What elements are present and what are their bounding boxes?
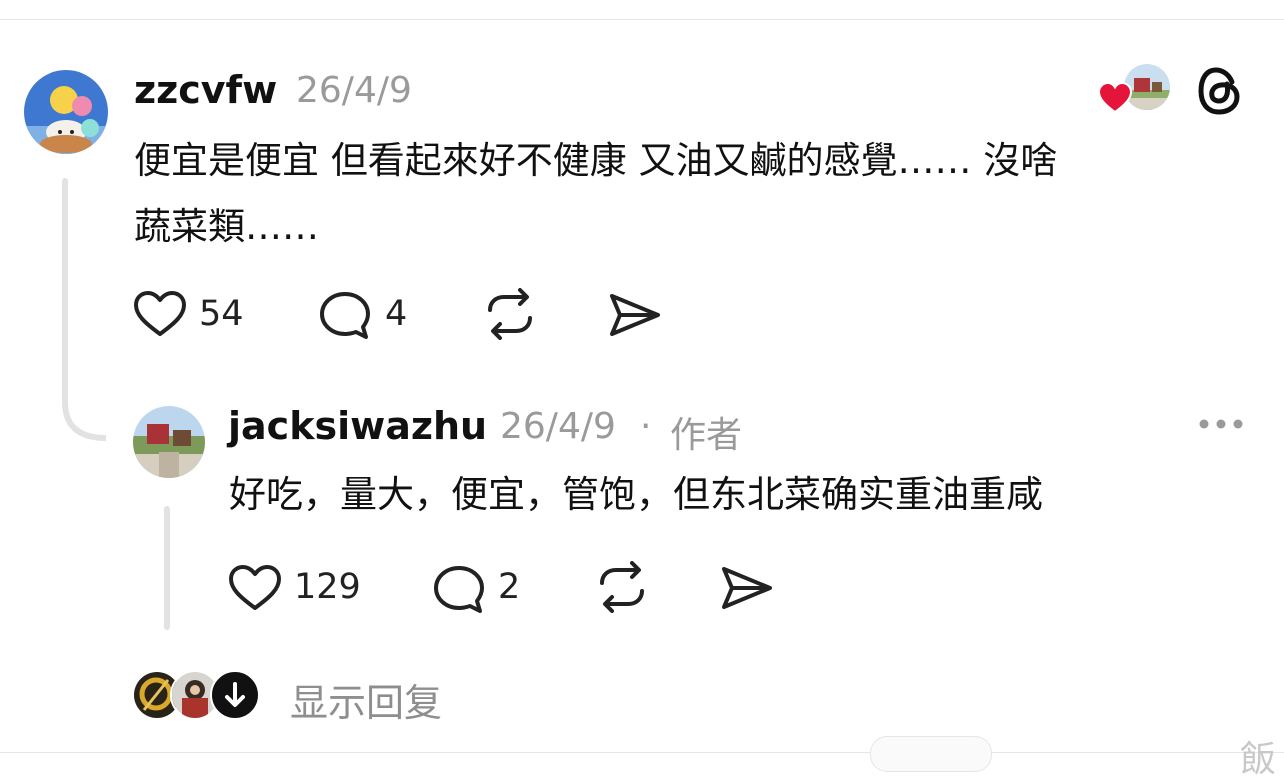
more-options-icon[interactable] [1198, 414, 1244, 434]
avatar-jacksiwazhu[interactable] [133, 406, 205, 478]
reply-reply-count: 2 [498, 567, 521, 607]
show-replies-label[interactable]: 显示回复 [290, 672, 442, 727]
comment-icon[interactable] [318, 290, 372, 342]
show-replies-row[interactable]: 显示回复 [132, 670, 472, 725]
reply-date: 26/4/9 [500, 406, 616, 447]
thread-curve [62, 402, 107, 441]
top-divider [0, 19, 1284, 20]
share-icon[interactable] [608, 290, 662, 340]
like-count: 54 [199, 294, 244, 334]
thread-connector [62, 178, 68, 408]
meta-separator: · [640, 406, 652, 447]
threads-logo-icon[interactable] [1196, 66, 1244, 116]
watermark-bubble [870, 736, 992, 772]
bottom-divider [0, 752, 1284, 753]
username-jacksiwazhu[interactable]: jacksiwazhu [228, 404, 487, 448]
author-tag: 作者 [670, 415, 743, 456]
watermark-text: 飯 [1240, 739, 1277, 780]
reply-thread-line [164, 506, 170, 630]
heart-icon[interactable] [228, 564, 282, 612]
repost-icon[interactable] [482, 288, 538, 340]
repost-icon[interactable] [594, 561, 650, 613]
reply-text: 好吃，量大，便宜，管饱，但东北菜确实重油重咸 [229, 473, 1043, 516]
red-heart-icon [1098, 82, 1132, 114]
reply-count: 4 [385, 294, 408, 334]
reply-like-count: 129 [294, 567, 361, 607]
comment-text-line2: 蔬菜類…… [134, 205, 319, 248]
comment-icon[interactable] [432, 564, 486, 616]
username-zzcvfw[interactable]: zzcvfw [134, 68, 277, 112]
heart-icon[interactable] [133, 290, 187, 338]
expand-replies-icon[interactable] [210, 670, 260, 720]
comment-text-line1: 便宜是便宜 但看起來好不健康 又油又鹹的感覺…… 沒啥 [134, 139, 1058, 182]
avatar-zzcvfw[interactable] [24, 70, 108, 154]
liked-by-author-indicator[interactable] [1098, 64, 1172, 114]
comment-date: 26/4/9 [296, 70, 412, 111]
share-icon[interactable] [720, 563, 774, 613]
